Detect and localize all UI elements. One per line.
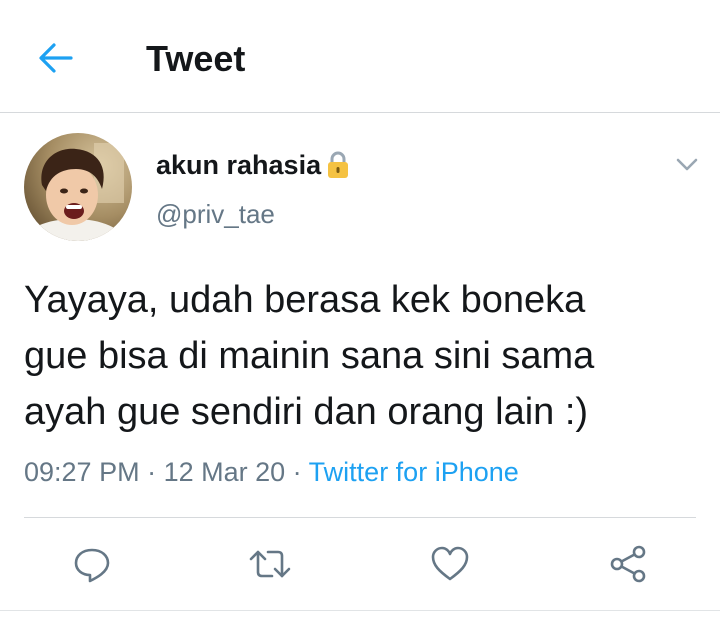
back-button[interactable] (34, 38, 78, 78)
avatar[interactable] (24, 133, 132, 241)
reply-icon (74, 548, 110, 583)
page-title: Tweet (146, 38, 246, 79)
retweet-icon (249, 550, 291, 578)
lock-icon (328, 151, 349, 178)
tweet-text: Yayaya, udah berasa kek boneka gue bisa … (24, 272, 704, 440)
tweet-time: 09:27 PM (24, 457, 140, 487)
tweet-text-line: ayah gue sendiri dan orang lain :) (24, 391, 589, 433)
tweet-meta: 09:27 PM · 12 Mar 20 · Twitter for iPhon… (24, 455, 519, 489)
author-handle: @priv_tae (156, 199, 275, 229)
like-icon (431, 546, 469, 581)
back-arrow-icon (39, 43, 73, 73)
tweet-text-line: gue bisa di mainin sana sini sama (24, 335, 595, 377)
retweet-button[interactable] (248, 542, 292, 586)
top-app-bar: Tweet (0, 0, 720, 113)
divider (0, 610, 720, 611)
avatar-image (24, 133, 132, 241)
tweet-date: 12 Mar 20 (163, 457, 286, 487)
author-name-row[interactable]: akun rahasia (156, 148, 351, 182)
tweet-source-link[interactable]: Twitter for iPhone (309, 457, 519, 487)
author-display-name: akun rahasia (156, 150, 322, 180)
meta-separator: · (139, 457, 164, 487)
share-button[interactable] (606, 542, 650, 586)
chevron-down-icon[interactable] (672, 150, 702, 180)
reply-button[interactable] (70, 542, 114, 586)
divider (24, 517, 696, 518)
share-icon (610, 545, 646, 583)
tweet-screen: Tweet akun rahasia @priv_tae Yayaya, uda… (0, 0, 720, 625)
tweet-actions (0, 540, 720, 590)
like-button[interactable] (428, 542, 472, 586)
tweet-text-line: Yayaya, udah berasa kek boneka (24, 279, 586, 321)
meta-separator: · (285, 457, 309, 487)
